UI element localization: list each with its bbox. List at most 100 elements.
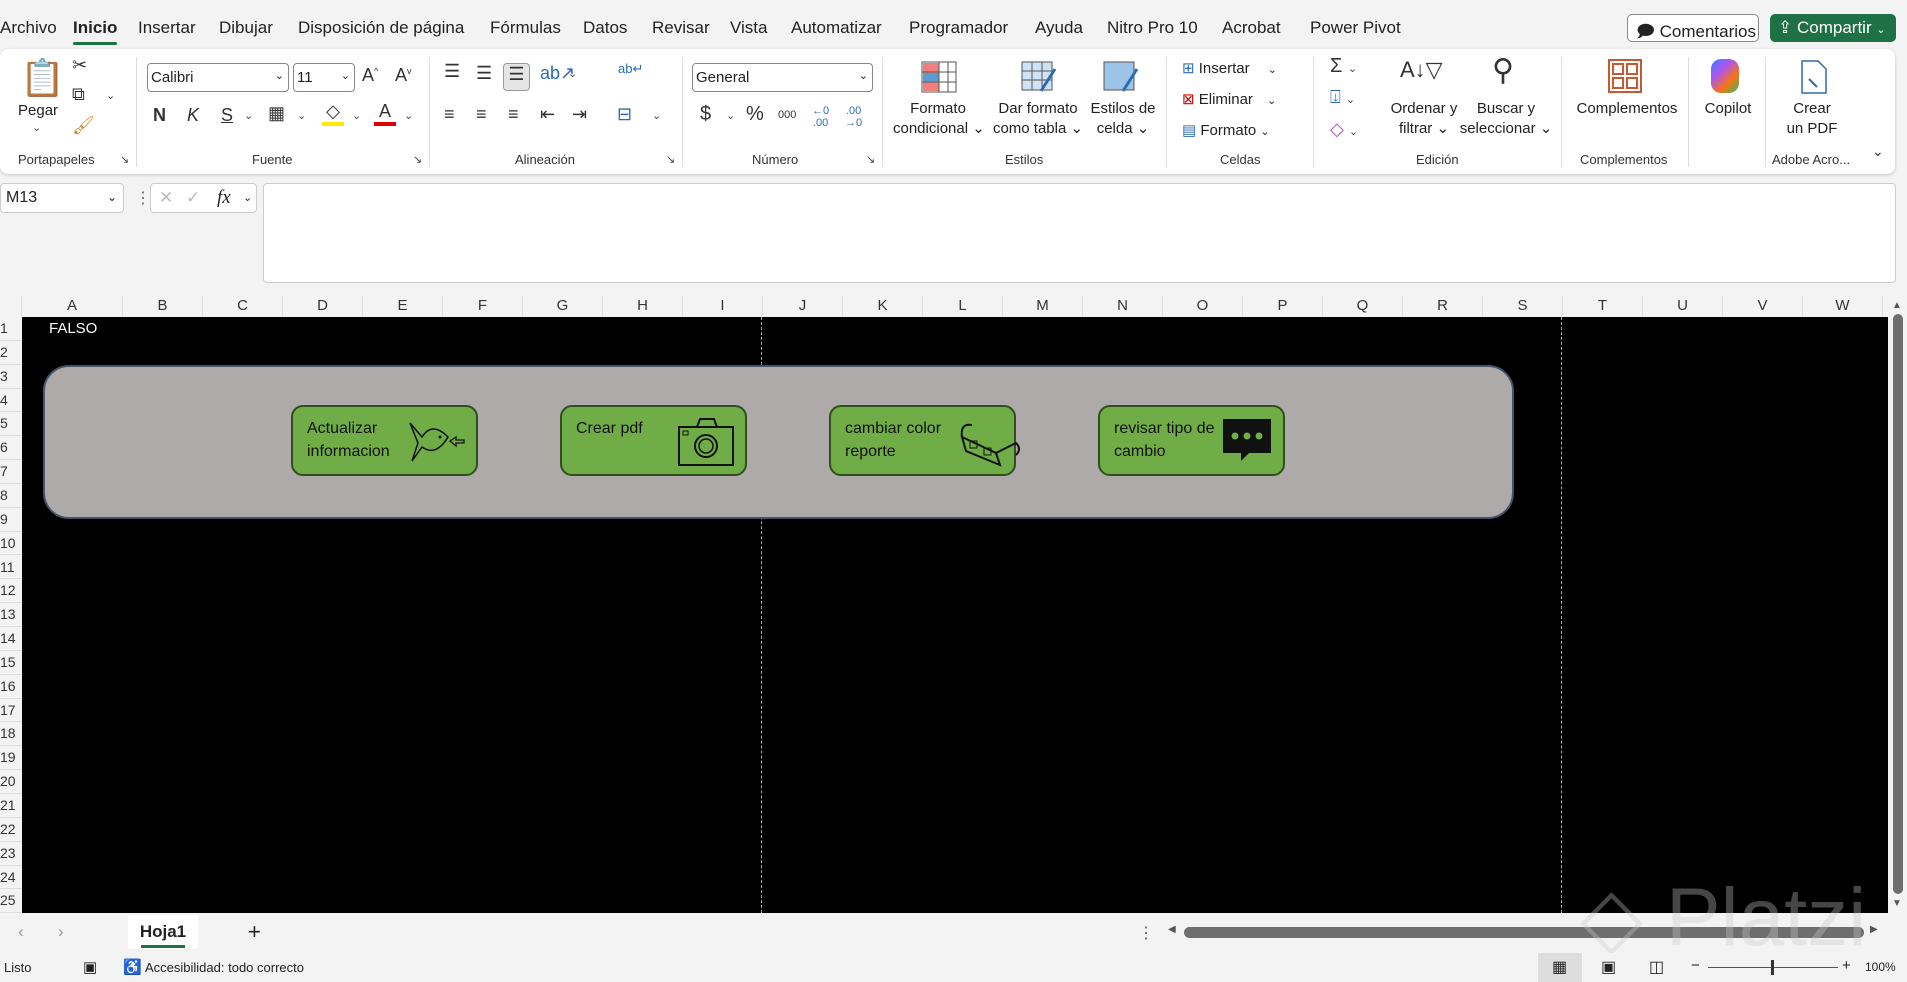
column-header-b[interactable]: B bbox=[123, 296, 203, 316]
row-header-9[interactable]: 9 bbox=[0, 508, 22, 532]
chevron-down-icon[interactable]: ⌄ bbox=[244, 109, 253, 122]
column-header-d[interactable]: D bbox=[283, 296, 363, 316]
column-header-j[interactable]: J bbox=[763, 296, 843, 316]
worksheet-grid[interactable]: FALSO Actualizar informacion Crear pdf ca… bbox=[22, 317, 1888, 913]
column-header-c[interactable]: C bbox=[203, 296, 283, 316]
row-header-1[interactable]: 1 bbox=[0, 317, 22, 341]
decrease-indent-icon[interactable]: ⇤ bbox=[540, 104, 555, 125]
copy-icon[interactable]: ⧉ bbox=[72, 84, 85, 105]
prev-sheet-icon[interactable]: ‹ bbox=[18, 922, 24, 942]
tab-dibujar[interactable]: Dibujar bbox=[219, 18, 273, 38]
row-header-14[interactable]: 14 bbox=[0, 627, 22, 651]
share-button[interactable]: ⇪ Compartir ⌄ bbox=[1770, 14, 1896, 42]
zoom-in-icon[interactable]: + bbox=[1842, 957, 1851, 974]
insert-function-button[interactable]: fx bbox=[217, 187, 231, 209]
scroll-up-icon[interactable]: ▲ bbox=[1892, 300, 1902, 311]
macro-record-icon[interactable]: ▣ bbox=[83, 958, 97, 976]
zoom-out-icon[interactable]: − bbox=[1691, 957, 1700, 974]
more-options-icon[interactable]: ⋮ bbox=[1138, 923, 1154, 943]
paste-icon[interactable]: 📋 bbox=[20, 57, 65, 99]
increase-decimal-icon[interactable]: ←0.00 bbox=[812, 105, 829, 129]
row-header-18[interactable]: 18 bbox=[0, 722, 22, 747]
percent-button[interactable]: % bbox=[746, 103, 764, 126]
column-header-s[interactable]: S bbox=[1483, 296, 1563, 316]
row-header-25[interactable]: 25 bbox=[0, 889, 22, 914]
column-header-w[interactable]: W bbox=[1803, 296, 1883, 316]
dialog-launcher-icon[interactable]: ↘ bbox=[866, 153, 875, 166]
insert-cells-button[interactable]: ⊞ Insertar ⌄ bbox=[1182, 59, 1277, 80]
page-layout-view-icon[interactable]: ▣ bbox=[1601, 957, 1616, 977]
bold-button[interactable]: N bbox=[153, 105, 166, 126]
align-middle-icon[interactable]: ☰ bbox=[476, 63, 492, 84]
merge-center-icon[interactable]: ⊟ bbox=[617, 104, 632, 125]
row-header-16[interactable]: 16 bbox=[0, 675, 22, 699]
align-right-icon[interactable]: ≡ bbox=[508, 104, 519, 125]
thousands-button[interactable]: 000 bbox=[778, 109, 796, 121]
tab-disposicion[interactable]: Disposición de página bbox=[298, 18, 464, 38]
number-format-select[interactable]: General ⌄ bbox=[692, 63, 873, 92]
delete-cells-button[interactable]: ⊠ Eliminar ⌄ bbox=[1182, 90, 1276, 111]
next-sheet-icon[interactable]: › bbox=[58, 922, 64, 942]
row-header-20[interactable]: 20 bbox=[0, 770, 22, 794]
find-select-button[interactable]: Buscar y seleccionar ⌄ bbox=[1458, 99, 1554, 139]
create-pdf-button[interactable]: Crear un PDF bbox=[1778, 99, 1846, 139]
chevron-down-icon[interactable]: ⌄ bbox=[297, 109, 306, 122]
addins-button[interactable]: Complementos bbox=[1574, 99, 1680, 119]
copilot-button[interactable]: Copilot bbox=[1700, 99, 1756, 119]
chevron-down-icon[interactable]: ⌄ bbox=[352, 109, 361, 122]
horizontal-scrollbar[interactable]: ◀ bbox=[1168, 924, 1866, 940]
more-options-icon[interactable]: ⋮ bbox=[135, 188, 151, 208]
row-header-23[interactable]: 23 bbox=[0, 842, 22, 866]
check-exchange-rate-button[interactable]: revisar tipo de cambio bbox=[1098, 405, 1285, 476]
chevron-down-icon[interactable]: ⌄ bbox=[32, 121, 41, 134]
dialog-launcher-icon[interactable]: ↘ bbox=[666, 153, 675, 166]
row-header-24[interactable]: 24 bbox=[0, 866, 22, 890]
dialog-launcher-icon[interactable]: ↘ bbox=[120, 153, 129, 166]
zoom-slider[interactable] bbox=[1708, 960, 1838, 975]
row-header-19[interactable]: 19 bbox=[0, 746, 22, 771]
cut-icon[interactable]: ✂ bbox=[72, 55, 87, 76]
ribbon-collapse-chevron-icon[interactable]: ⌄ bbox=[1872, 143, 1884, 160]
tab-acrobat[interactable]: Acrobat bbox=[1222, 18, 1281, 38]
underline-button[interactable]: S bbox=[221, 105, 233, 126]
column-header-l[interactable]: L bbox=[923, 296, 1003, 316]
tab-inicio[interactable]: Inicio bbox=[73, 18, 118, 45]
column-header-o[interactable]: O bbox=[1163, 296, 1243, 316]
vertical-scroll-thumb[interactable] bbox=[1893, 314, 1903, 894]
row-header-17[interactable]: 17 bbox=[0, 699, 22, 723]
tab-nitro[interactable]: Nitro Pro 10 bbox=[1107, 18, 1198, 38]
column-header-v[interactable]: V bbox=[1723, 296, 1803, 316]
currency-button[interactable]: $ bbox=[700, 103, 711, 126]
fill-icon[interactable]: ⍗ ⌄ bbox=[1330, 87, 1355, 108]
paste-button[interactable]: Pegar bbox=[18, 101, 58, 121]
font-size-select[interactable]: 11 ⌄ bbox=[293, 63, 355, 92]
row-header-6[interactable]: 6 bbox=[0, 436, 22, 461]
clear-icon[interactable]: ◇ ⌄ bbox=[1330, 119, 1358, 140]
row-header-4[interactable]: 4 bbox=[0, 389, 22, 413]
sort-filter-button[interactable]: Ordenar y filtrar ⌄ bbox=[1384, 99, 1464, 139]
column-header-q[interactable]: Q bbox=[1323, 296, 1403, 316]
column-header-f[interactable]: F bbox=[443, 296, 523, 316]
column-header-a[interactable]: A bbox=[22, 296, 123, 316]
decrease-font-icon[interactable]: Av bbox=[395, 65, 412, 86]
cell-a1[interactable]: FALSO bbox=[49, 320, 97, 337]
column-header-n[interactable]: N bbox=[1083, 296, 1163, 316]
tab-automatizar[interactable]: Automatizar bbox=[791, 18, 882, 38]
column-header-h[interactable]: H bbox=[603, 296, 683, 316]
italic-button[interactable]: K bbox=[187, 105, 199, 126]
fill-color-icon[interactable]: ◇ bbox=[322, 101, 344, 126]
zoom-level[interactable]: 100% bbox=[1865, 960, 1896, 974]
column-header-e[interactable]: E bbox=[363, 296, 443, 316]
format-cells-button[interactable]: ▤ Formato ⌄ bbox=[1182, 121, 1270, 142]
column-header-i[interactable]: I bbox=[683, 296, 763, 316]
font-name-select[interactable]: Calibri ⌄ bbox=[147, 63, 289, 92]
column-header-p[interactable]: P bbox=[1243, 296, 1323, 316]
normal-view-button[interactable]: ▦ bbox=[1538, 953, 1582, 982]
formula-input[interactable] bbox=[263, 183, 1896, 283]
tab-programador[interactable]: Programador bbox=[909, 18, 1008, 38]
decrease-decimal-icon[interactable]: .00 →0 bbox=[845, 105, 862, 129]
chevron-down-icon[interactable]: ⌄ bbox=[404, 109, 413, 122]
align-center-icon[interactable]: ≡ bbox=[476, 104, 487, 125]
scroll-down-icon[interactable]: ▼ bbox=[1892, 898, 1902, 909]
font-color-icon[interactable]: A bbox=[374, 101, 396, 126]
